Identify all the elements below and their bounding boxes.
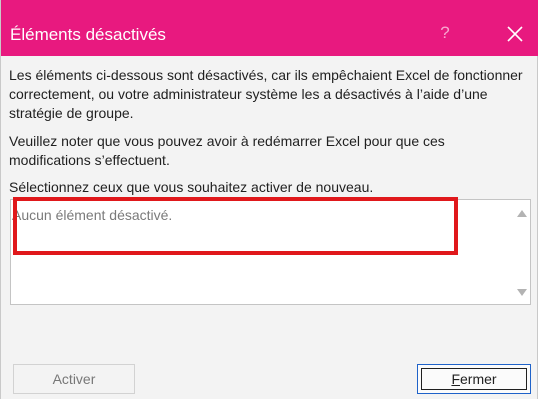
close-button[interactable]: Fermer (417, 364, 531, 394)
close-mnemonic: F (451, 371, 460, 387)
disabled-items-dialog: Éléments désactivés ? Les éléments ci-de… (0, 0, 538, 399)
scroll-down-arrow-icon[interactable] (517, 289, 527, 296)
dialog-title: Éléments désactivés (10, 25, 166, 44)
restart-note: Veuillez noter que vous pouvez avoir à r… (9, 133, 445, 168)
description-paragraph: Les éléments ci-dessous sont désactivés,… (9, 67, 523, 121)
title-bar: Éléments désactivés ? (1, 0, 538, 56)
annotation-highlight-box (13, 197, 458, 255)
close-button-label: Fermer (451, 371, 496, 387)
list-scrollbar[interactable] (513, 200, 530, 304)
close-icon-graphic (507, 26, 523, 42)
activate-button[interactable]: Activer (13, 364, 135, 394)
close-icon[interactable] (501, 20, 529, 48)
close-label-rest: ermer (460, 371, 497, 387)
help-icon[interactable]: ? (437, 22, 453, 44)
scroll-up-arrow-icon[interactable] (517, 210, 527, 217)
select-instruction: Sélectionnez ceux que vous souhaitez act… (9, 179, 374, 195)
